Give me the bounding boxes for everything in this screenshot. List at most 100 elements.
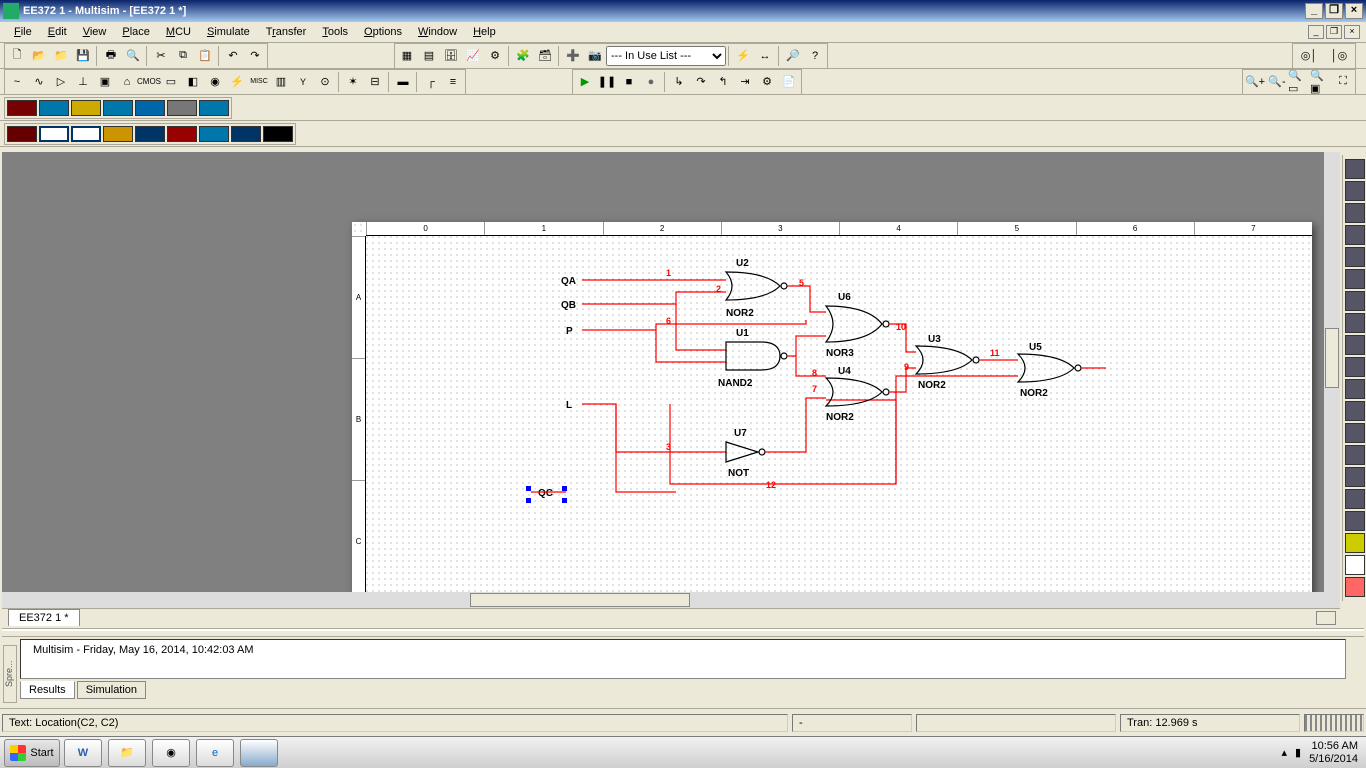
gate-u7[interactable]: U7 NOT xyxy=(726,428,765,479)
place-hierarchy-button[interactable]: ┌ xyxy=(420,71,442,93)
tab-results[interactable]: Results xyxy=(20,681,75,699)
step-into-button[interactable]: ↳ xyxy=(668,71,690,93)
menu-transfer[interactable]: Transfer xyxy=(258,24,315,40)
place-indicator-button[interactable]: ◉ xyxy=(204,71,226,93)
gate-u5[interactable]: U5 NOR2 xyxy=(1018,342,1081,399)
tray-battery-icon[interactable]: ▮ xyxy=(1295,746,1301,759)
swatch-diode-icon[interactable] xyxy=(71,100,101,116)
in-use-list[interactable]: --- In Use List --- xyxy=(606,46,726,66)
fullscreen-button[interactable]: ⛶ xyxy=(1332,71,1354,93)
swatch-basic-icon[interactable] xyxy=(39,100,69,116)
help-button[interactable]: ? xyxy=(804,45,826,67)
logic-analyzer-icon[interactable] xyxy=(1345,335,1365,355)
menu-help[interactable]: Help xyxy=(465,24,504,40)
place-analog-button[interactable]: ▣ xyxy=(94,71,116,93)
oscilloscope-icon[interactable] xyxy=(1345,225,1365,245)
place-mixed-button[interactable]: ◧ xyxy=(182,71,204,93)
task-word-icon[interactable]: W xyxy=(64,739,102,767)
print-button[interactable]: 🖶 xyxy=(100,45,122,67)
sim-settings-button[interactable]: ⚙ xyxy=(756,71,778,93)
swatch-rated-8-icon[interactable] xyxy=(231,126,261,142)
output-resize-handle[interactable] xyxy=(2,629,1364,637)
four-channel-scope-icon[interactable] xyxy=(1345,247,1365,267)
swatch-rated-4-icon[interactable] xyxy=(103,126,133,142)
menu-file[interactable]: File xyxy=(6,24,40,40)
doc-tab-ee372[interactable]: EE372 1 * xyxy=(8,609,80,626)
wattmeter-icon[interactable] xyxy=(1345,203,1365,223)
gate-u3[interactable]: U3 NOR2 xyxy=(916,334,979,391)
menu-simulate[interactable]: Simulate xyxy=(199,24,258,40)
spreadsheet-side-label[interactable]: Spre... xyxy=(3,645,17,703)
menu-window[interactable]: Window xyxy=(410,24,465,40)
start-button[interactable]: Start xyxy=(4,739,60,767)
sim-log-button[interactable]: 📄 xyxy=(778,71,800,93)
undo-button[interactable]: ↶ xyxy=(222,45,244,67)
sim-switch-on-icon[interactable]: ◎│ xyxy=(1294,45,1324,67)
toggle-grid-button[interactable]: ▦ xyxy=(396,45,418,67)
create-component-button[interactable]: ➕ xyxy=(562,45,584,67)
vertical-scrollbar[interactable] xyxy=(1324,152,1340,592)
horizontal-scrollbar[interactable] xyxy=(2,592,1340,608)
menu-view[interactable]: View xyxy=(75,24,115,40)
database-button[interactable]: 🗄 xyxy=(440,45,462,67)
postprocess-button[interactable]: ⚙ xyxy=(484,45,506,67)
swatch-rated-7-icon[interactable] xyxy=(199,126,229,142)
print-preview-button[interactable]: 🔍 xyxy=(122,45,144,67)
paste-button[interactable]: 📋 xyxy=(194,45,216,67)
electrical-rules-button[interactable]: ⚡ xyxy=(732,45,754,67)
bode-plotter-icon[interactable] xyxy=(1345,269,1365,289)
task-multisim-icon[interactable] xyxy=(240,739,278,767)
copy-button[interactable]: ⧉ xyxy=(172,45,194,67)
zoom-in-button[interactable]: 🔍+ xyxy=(1244,71,1266,93)
place-bus-button[interactable]: ≡ xyxy=(442,71,464,93)
open-sample-button[interactable]: 📁 xyxy=(50,45,72,67)
tek-scope-icon[interactable] xyxy=(1345,533,1365,553)
place-ni-button[interactable]: ✶ xyxy=(342,71,364,93)
multimeter-icon[interactable] xyxy=(1345,159,1365,179)
step-out-button[interactable]: ↰ xyxy=(712,71,734,93)
swatch-analog-icon[interactable] xyxy=(7,100,37,116)
place-basic-button[interactable]: ∿ xyxy=(28,71,50,93)
grapher-button[interactable]: 📈 xyxy=(462,45,484,67)
mdi-minimize-button[interactable]: _ xyxy=(1308,25,1324,39)
agilent-scope-icon[interactable] xyxy=(1345,511,1365,531)
swatch-transistor-icon[interactable] xyxy=(103,100,133,116)
word-generator-icon[interactable] xyxy=(1345,313,1365,333)
toggle-spreadsheet-button[interactable]: ▤ xyxy=(418,45,440,67)
swatch-rated-1-icon[interactable] xyxy=(7,126,37,142)
place-rf-button[interactable]: Y xyxy=(292,71,314,93)
place-diode-button[interactable]: ▷ xyxy=(50,71,72,93)
swatch-misc-icon[interactable] xyxy=(167,100,197,116)
transfer-button[interactable]: ↔ xyxy=(754,45,776,67)
run-button[interactable]: ▶ xyxy=(574,71,596,93)
tray-clock[interactable]: 10:56 AM 5/16/2014 xyxy=(1309,740,1358,766)
swatch-rated-5-icon[interactable] xyxy=(135,126,165,142)
sim-switch-off-icon[interactable]: │◎ xyxy=(1324,45,1354,67)
schematic-sheet[interactable]: 0 1 2 3 4 5 6 7 A B C QA QB P L QC xyxy=(352,222,1312,602)
mdi-restore-button[interactable]: ❐ xyxy=(1326,25,1342,39)
task-chrome-icon[interactable]: ◉ xyxy=(152,739,190,767)
output-body[interactable]: Multisim - Friday, May 16, 2014, 10:42:0… xyxy=(20,639,1346,679)
menu-edit[interactable]: Edit xyxy=(40,24,75,40)
redo-button[interactable]: ↷ xyxy=(244,45,266,67)
gate-u4[interactable]: U4 NOR2 xyxy=(826,366,889,423)
current-probe-icon[interactable] xyxy=(1345,577,1365,597)
mdi-close-button[interactable]: × xyxy=(1344,25,1360,39)
step-over-button[interactable]: ↷ xyxy=(690,71,712,93)
task-ie-icon[interactable]: e xyxy=(196,739,234,767)
close-button[interactable]: × xyxy=(1345,3,1363,19)
place-source-button[interactable]: ~ xyxy=(6,71,28,93)
place-ttl-button[interactable]: ⌂ xyxy=(116,71,138,93)
swatch-rated-3-icon[interactable] xyxy=(71,126,101,142)
zoom-fit-button[interactable]: 🔍▣ xyxy=(1310,71,1332,93)
spectrum-analyzer-icon[interactable] xyxy=(1345,423,1365,443)
gate-u6[interactable]: U6 NOR3 xyxy=(826,292,889,359)
iv-analyzer-icon[interactable] xyxy=(1345,379,1365,399)
function-generator-icon[interactable] xyxy=(1345,181,1365,201)
step-to-button[interactable]: ⇥ xyxy=(734,71,756,93)
menu-tools[interactable]: Tools xyxy=(314,24,356,40)
pause-button[interactable]: ❚❚ xyxy=(596,71,618,93)
tab-simulation[interactable]: Simulation xyxy=(77,681,146,699)
swatch-measure-icon[interactable] xyxy=(135,100,165,116)
logic-converter-icon[interactable] xyxy=(1345,357,1365,377)
